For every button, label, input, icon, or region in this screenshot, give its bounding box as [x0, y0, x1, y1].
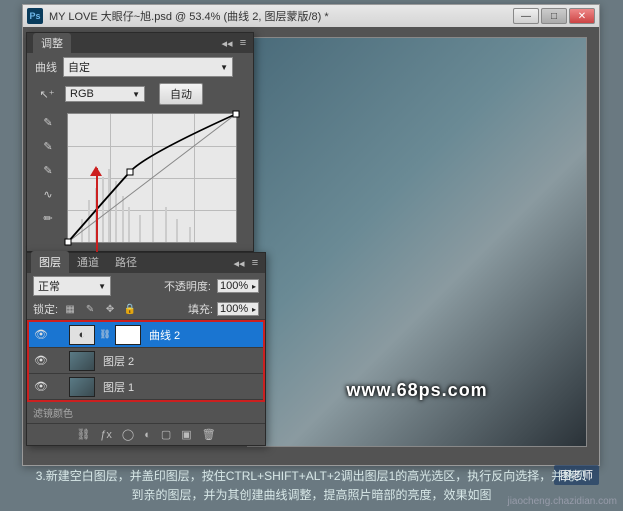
layer-name[interactable]: 图层 1 — [99, 379, 259, 395]
chevron-right-icon: ▸ — [252, 282, 256, 291]
adjustment-layer-icon[interactable]: ◐ — [144, 429, 151, 441]
visibility-icon[interactable]: 👁 — [33, 380, 49, 393]
layer-thumb[interactable] — [69, 351, 95, 371]
curves-tools: ✎ ✎ ✎ ∿ ✏ — [35, 113, 61, 243]
watermark-footer: jiaocheng.chazidian.com — [507, 496, 617, 507]
fill-input[interactable]: 100% ▸ — [217, 302, 259, 316]
link-icon[interactable]: ⛓ — [99, 329, 111, 340]
eyedropper-gray-icon[interactable]: ✎ — [38, 137, 58, 155]
lock-transparency-icon[interactable]: ▦ — [62, 302, 78, 316]
chevron-right-icon: ▸ — [252, 305, 256, 314]
panel-menu-icon[interactable]: ≡ — [249, 257, 261, 269]
opacity-value: 100% — [220, 280, 248, 292]
layers-footer: ⛓ ƒx ◯ ◐ ▢ ▣ 🗑 — [27, 423, 265, 445]
fill-value: 100% — [220, 303, 248, 315]
document-canvas[interactable]: www.68ps.com — [247, 37, 587, 447]
panel-menu-icon[interactable]: ≡ — [237, 37, 249, 49]
link-layers-icon[interactable]: ⛓ — [76, 428, 90, 441]
delete-layer-icon[interactable]: 🗑 — [202, 428, 216, 441]
targeted-adjust-icon[interactable]: ↖⁺ — [37, 85, 57, 103]
curves-graph[interactable] — [67, 113, 237, 243]
opacity-label: 不透明度: — [164, 278, 211, 294]
layer-row-curves2[interactable]: 👁 ◐ ⛓ 曲线 2 — [29, 322, 263, 348]
curve-point-shadow[interactable] — [65, 239, 72, 246]
chevron-down-icon: ▼ — [98, 282, 106, 291]
lock-all-icon[interactable]: 🔒 — [122, 302, 138, 316]
close-button[interactable]: ✕ — [569, 8, 595, 24]
curve-edit-icon[interactable]: ∿ — [38, 185, 58, 203]
filter-color-row[interactable]: 滤镜颜色 — [27, 402, 265, 423]
chevron-down-icon: ▼ — [132, 90, 140, 99]
blend-mode-value: 正常 — [38, 278, 60, 294]
layer-row-layer2[interactable]: 👁 图层 2 — [29, 348, 263, 374]
tab-paths[interactable]: 路径 — [107, 251, 145, 273]
blend-mode-dropdown[interactable]: 正常 ▼ — [33, 276, 111, 296]
chevron-down-icon: ▼ — [220, 63, 228, 72]
curves-preset-value: 自定 — [68, 59, 90, 75]
minimize-button[interactable]: — — [513, 8, 539, 24]
lock-pixels-icon[interactable]: ✎ — [82, 302, 98, 316]
channel-value: RGB — [70, 88, 94, 100]
curves-label: 曲线 — [35, 59, 57, 75]
curve-point-mid[interactable] — [127, 168, 134, 175]
eyedropper-white-icon[interactable]: ✎ — [38, 161, 58, 179]
new-layer-icon[interactable]: ▣ — [181, 428, 191, 441]
adjustments-panel: 调整 ◂◂ ≡ 曲线 自定 ▼ ↖⁺ RGB ▼ 自动 ✎ ✎ ✎ ∿ ✏ — [26, 32, 254, 252]
channel-dropdown[interactable]: RGB ▼ — [65, 86, 145, 102]
photoshop-icon: Ps — [27, 8, 43, 24]
fill-label: 填充: — [188, 301, 213, 317]
adjustment-thumb[interactable]: ◐ — [69, 325, 95, 345]
tab-channels[interactable]: 通道 — [69, 251, 107, 273]
layer-name[interactable]: 图层 2 — [99, 353, 259, 369]
fx-icon[interactable]: ƒx — [100, 429, 112, 441]
panel-tabbar: 调整 ◂◂ ≡ — [27, 33, 253, 53]
layers-list: 👁 ◐ ⛓ 曲线 2 👁 图层 2 👁 图层 1 — [27, 320, 265, 402]
curves-preset-dropdown[interactable]: 自定 ▼ — [63, 57, 233, 77]
layers-tabbar: 图层 通道 路径 ◂◂ ≡ — [27, 253, 265, 273]
curve-draw-icon[interactable]: ✏ — [38, 209, 58, 227]
curve-point-highlight[interactable] — [233, 111, 240, 118]
layer-row-layer1[interactable]: 👁 图层 1 — [29, 374, 263, 400]
group-icon[interactable]: ▢ — [161, 428, 171, 441]
layer-name[interactable]: 曲线 2 — [145, 327, 259, 343]
layers-panel: 图层 通道 路径 ◂◂ ≡ 正常 ▼ 不透明度: 100% ▸ 锁定: ▦ ✎ … — [26, 252, 266, 446]
titlebar[interactable]: Ps MY LOVE 大眼仔~旭.psd @ 53.4% (曲线 2, 图层蒙版… — [23, 5, 599, 27]
watermark-url: www.68ps.com — [346, 380, 487, 401]
tab-layers[interactable]: 图层 — [31, 251, 69, 273]
layer-thumb[interactable] — [69, 377, 95, 397]
curve-line — [68, 114, 236, 242]
panel-collapse-icon[interactable]: ◂◂ — [221, 37, 233, 49]
lock-position-icon[interactable]: ✥ — [102, 302, 118, 316]
visibility-icon[interactable]: 👁 — [33, 354, 49, 367]
maximize-button[interactable]: □ — [541, 8, 567, 24]
auto-button[interactable]: 自动 — [159, 83, 203, 105]
window-title: MY LOVE 大眼仔~旭.psd @ 53.4% (曲线 2, 图层蒙版/8)… — [49, 8, 513, 24]
visibility-icon[interactable]: 👁 — [33, 328, 49, 341]
panel-collapse-icon[interactable]: ◂◂ — [233, 257, 245, 269]
opacity-input[interactable]: 100% ▸ — [217, 279, 259, 293]
mask-thumb[interactable] — [115, 325, 141, 345]
lock-label: 锁定: — [33, 301, 58, 317]
tab-adjustments[interactable]: 调整 — [33, 33, 71, 53]
eyedropper-black-icon[interactable]: ✎ — [38, 113, 58, 131]
mask-icon[interactable]: ◯ — [122, 428, 134, 441]
